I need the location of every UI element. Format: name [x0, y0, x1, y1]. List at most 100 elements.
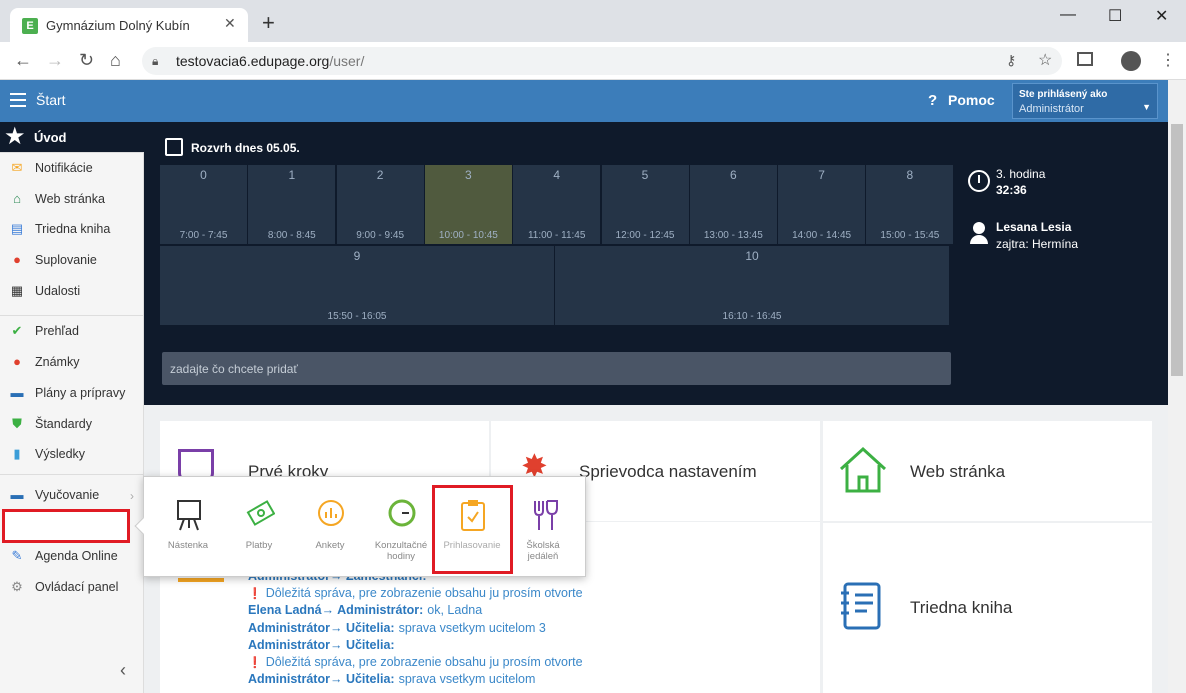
sidebar-item-label: Suplovanie	[35, 253, 97, 267]
menu-dots-icon[interactable]: ⋮	[1160, 50, 1176, 70]
sidebar-separator	[0, 152, 144, 153]
maximize-button[interactable]: ☐	[1108, 6, 1122, 26]
key-icon[interactable]: ⚷	[1006, 52, 1016, 69]
browser-tab[interactable]: E Gymnázium Dolný Kubín ✕	[10, 8, 248, 42]
grades-icon: ●	[13, 354, 21, 369]
nameday-person: Lesana Lesia	[996, 220, 1072, 234]
sidebar-item-7[interactable]: ▬ Plány a prípravy	[0, 379, 144, 407]
popup-item-money[interactable]: Platby	[229, 480, 289, 570]
forward-icon[interactable]: →	[46, 50, 64, 71]
sidebar-item-1[interactable]: ⌂ Web stránka	[0, 185, 144, 213]
period-time: 8:00 - 8:45	[267, 230, 316, 241]
reload-icon[interactable]: ↻	[79, 50, 94, 71]
period-cell[interactable]: 3 10:00 - 10:45	[424, 165, 512, 244]
close-window-button[interactable]: ✕	[1155, 6, 1168, 26]
user-dropdown[interactable]: Ste prihlásený ako Administrátor ▼	[1012, 83, 1158, 119]
sidebar-item-9[interactable]: ▮ Výsledky	[0, 440, 144, 468]
message-row[interactable]: ❗ Dôležitá správa, pre zobrazenie obsahu …	[248, 655, 583, 669]
message-text: ok, Ladna	[427, 603, 483, 618]
tab-close-icon[interactable]: ✕	[224, 15, 236, 32]
sidebar-item-3[interactable]: ● Suplovanie	[0, 246, 144, 274]
sidebar-item-6[interactable]: ● Známky	[0, 348, 144, 376]
message-row[interactable]: Administrátor→ Učitelia:	[248, 638, 395, 652]
sidebar-item-label: Ovládací panel	[35, 580, 119, 594]
money-icon	[245, 498, 276, 532]
sidebar-item-0[interactable]: ✉ Notifikácie	[0, 154, 144, 182]
period-cell[interactable]: 4 11:00 - 11:45	[513, 165, 601, 244]
important-icon: ❗	[248, 588, 262, 601]
tab-title: Gymnázium Dolný Kubín	[46, 18, 190, 33]
new-tab-button[interactable]: +	[262, 12, 275, 34]
period-cell[interactable]: 10 16:10 - 16:45	[555, 246, 949, 325]
message-row[interactable]: Elena Ladná→ Administrátor: ok, Ladna	[248, 603, 482, 617]
message-row[interactable]: Administrátor→ Učitelia: sprava vsetkym u…	[248, 672, 535, 686]
help-icon[interactable]: ?	[928, 92, 937, 109]
hamburger-icon[interactable]	[10, 93, 26, 107]
period-cell[interactable]: 1 8:00 - 8:45	[248, 165, 336, 244]
star-icon[interactable]: ☆	[1038, 50, 1052, 70]
period-cell[interactable]: 9 15:50 - 16:05	[160, 246, 554, 325]
popup-item-label: Konzultačné hodiny	[374, 540, 428, 562]
home-icon	[839, 446, 887, 493]
profile-icon[interactable]	[1121, 51, 1141, 71]
popup-item-clock[interactable]: Konzultačné hodiny	[371, 480, 431, 570]
period-number: 7	[818, 168, 825, 182]
add-input[interactable]: zadajte čo chcete pridať	[162, 352, 951, 385]
calendar-icon: ▦	[10, 283, 24, 298]
message-row[interactable]: Administrátor→ Učitelia: sprava vsetkym u…	[248, 621, 546, 635]
sidebar-item-5[interactable]: ✔ Prehľad	[0, 317, 144, 345]
help-link[interactable]: Pomoc	[948, 92, 995, 108]
start-menu-label[interactable]: Štart	[36, 92, 66, 108]
popup-item-label: Školská jedáleň	[526, 540, 560, 562]
popup-item-board[interactable]: Nástenka	[158, 480, 218, 570]
sidebar-item-8[interactable]: ⛊ Štandardy	[0, 410, 144, 438]
popup-item-label: Ankety	[315, 540, 345, 551]
period-cell[interactable]: 2 9:00 - 9:45	[336, 165, 424, 244]
period-cell[interactable]: 6 13:00 - 13:45	[689, 165, 777, 244]
message-row[interactable]: ❗ Dôležitá správa, pre zobrazenie obsahu …	[248, 586, 583, 600]
back-icon[interactable]: ←	[14, 50, 32, 71]
url-text[interactable]: testovacia6.edupage.org/user/	[176, 53, 364, 69]
sidebar-item-2[interactable]: ▤ Triedna kniha	[0, 215, 144, 243]
period-cell[interactable]: 5 12:00 - 12:45	[601, 165, 689, 244]
check-circle-icon: ✔	[11, 323, 23, 338]
period-number: 8	[906, 168, 914, 182]
period-number: 5	[641, 168, 649, 182]
period-cell[interactable]: 7 14:00 - 14:45	[778, 165, 866, 244]
calendar-icon	[165, 138, 183, 156]
timetable-title[interactable]: Rozvrh dnes 05.05.	[191, 141, 300, 155]
sidebar-item-uvod[interactable]: ★ Úvod	[0, 122, 144, 153]
star-icon: ★	[4, 123, 26, 150]
sidebar-item-label: Agenda Online	[35, 549, 118, 563]
person-icon	[970, 222, 988, 244]
bar-chart-icon: ▮	[13, 446, 21, 461]
sidebar-separator	[0, 315, 144, 316]
period-cell[interactable]: 0 7:00 - 7:45	[160, 165, 247, 244]
popup-item-cutlery[interactable]: Školská jedáleň	[513, 480, 573, 570]
card-web[interactable]: Web stránka	[823, 421, 1152, 521]
sidebar-item-10[interactable]: ▬ Vyučovanie	[0, 481, 144, 509]
card-class-book[interactable]: Triedna kniha	[823, 523, 1152, 693]
sidebar-item-13[interactable]: ⚙ Ovládací panel	[0, 573, 144, 601]
popup-item-label: Platby	[245, 540, 273, 551]
popup-item-poll[interactable]: Ankety	[300, 480, 360, 570]
sidebar-item-label: Triedna kniha	[35, 222, 111, 236]
minimize-button[interactable]: —	[1060, 6, 1076, 24]
message-text: Dôležitá správa, pre zobrazenie obsahu j…	[265, 655, 583, 669]
collapse-sidebar-icon[interactable]: ‹	[120, 660, 126, 681]
countdown: 32:36	[996, 183, 1027, 197]
card-label: Sprievodca nastavením	[579, 462, 757, 481]
period-number: 10	[745, 249, 759, 263]
message-text: sprava vsetkym ucitelom	[398, 672, 536, 687]
sidebar-item-label: Známky	[35, 355, 80, 369]
sidebar-item-12[interactable]: ✎ Agenda Online	[0, 542, 144, 570]
sidebar-item-label: Úvod	[34, 130, 67, 145]
period-cell[interactable]: 8 15:00 - 15:45	[866, 165, 954, 244]
book-icon: ▤	[10, 221, 24, 236]
home-icon[interactable]: ⌂	[110, 50, 121, 71]
cast-icon[interactable]	[1077, 52, 1093, 66]
sidebar-item-4[interactable]: ▦ Udalosti	[0, 277, 144, 305]
period-number: 9	[353, 249, 361, 263]
current-period: 3. hodina	[996, 167, 1046, 181]
page-scrollbar[interactable]	[1168, 80, 1186, 693]
